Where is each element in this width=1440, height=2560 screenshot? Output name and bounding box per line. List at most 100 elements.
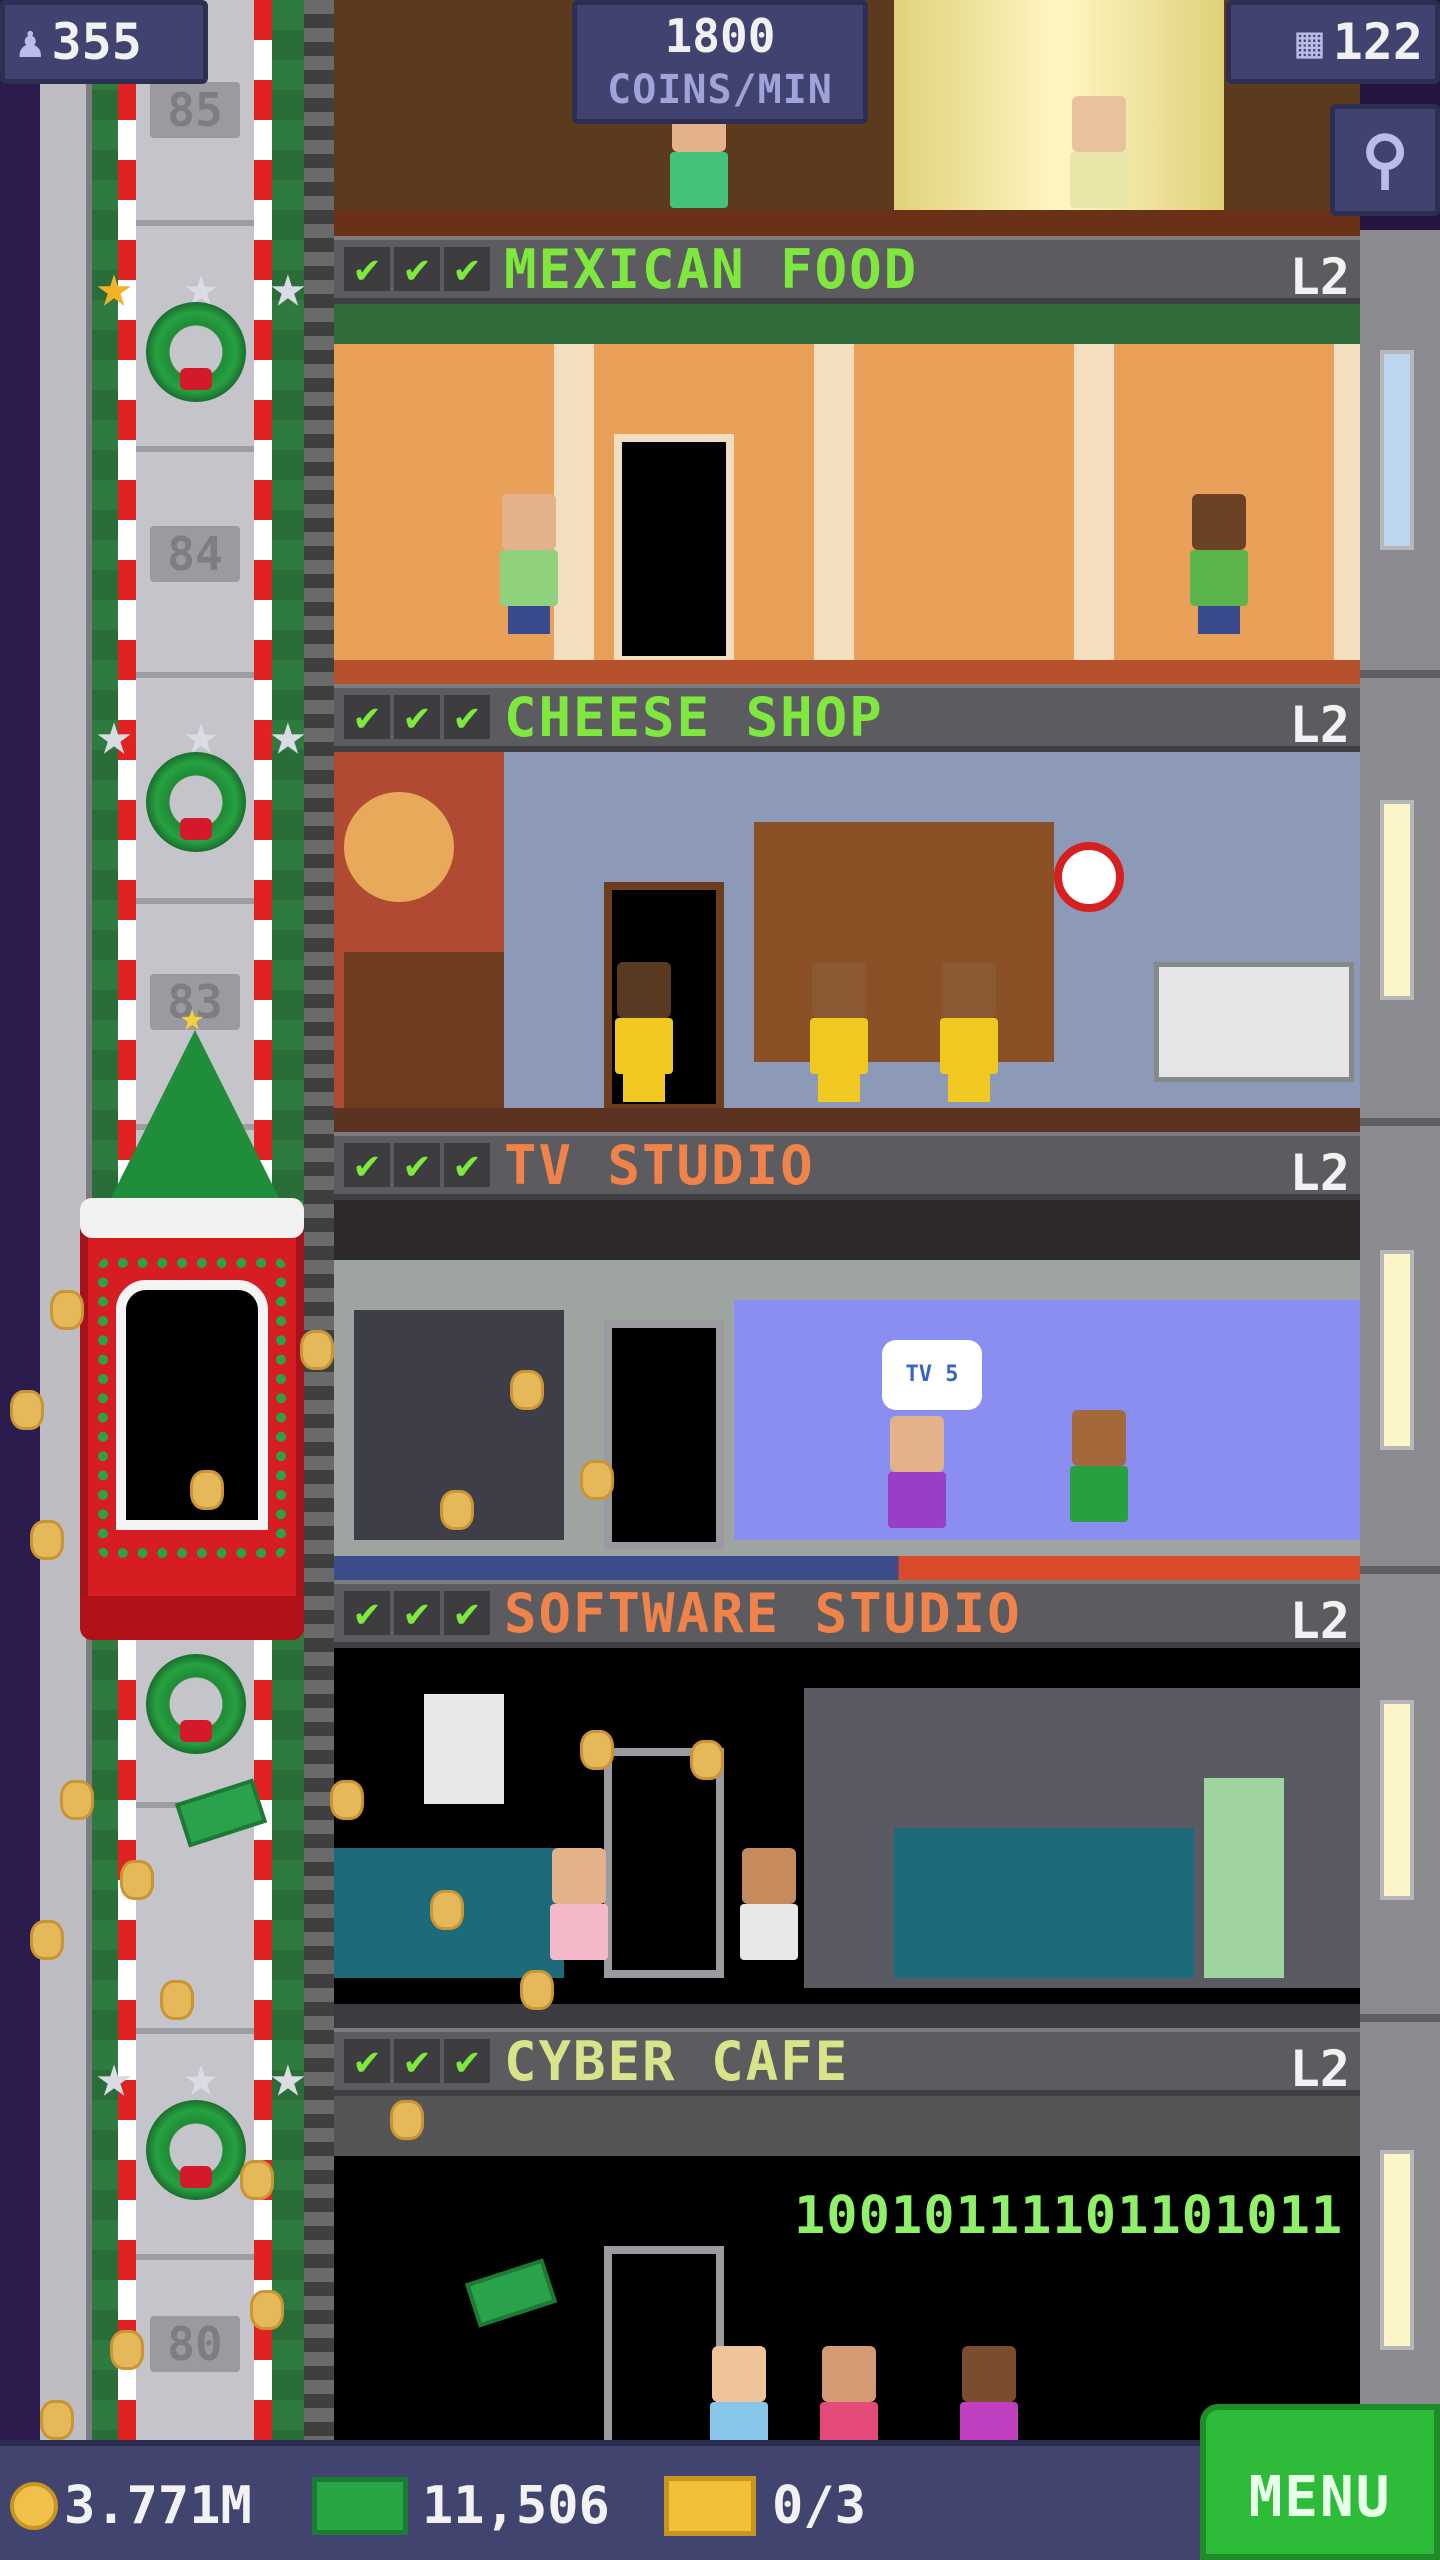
bitizen[interactable]	[1064, 1410, 1134, 1550]
floor-cyber-cafe[interactable]: ✔ ✔ ✔ CYBER CAFE L2 10010111101101011	[334, 2028, 1360, 2440]
floor-checks: ✔ ✔ ✔	[344, 1143, 490, 1187]
floor-checks: ✔ ✔ ✔	[344, 2039, 490, 2083]
floor-mexican-food[interactable]: ✔ ✔ ✔ MEXICAN FOOD L2	[334, 236, 1360, 684]
cheese-shelf	[344, 952, 504, 1112]
display-case	[1154, 962, 1354, 1082]
game-screen: 85 84 83 80 ★ ★ ★ ★ ★ ★ ★ ★ ★ ★ ✔ ✔ ✔ ME…	[0, 0, 1440, 2560]
coin-particle-icon	[250, 2290, 284, 2330]
christmas-wreath-icon	[146, 2100, 246, 2200]
building-icon: ▦	[1296, 16, 1323, 68]
floor-cheese-shop[interactable]: ✔ ✔ ✔ CHEESE SHOP L2	[334, 684, 1360, 1132]
bitizen[interactable]	[804, 962, 874, 1102]
computer-desk	[894, 1828, 1194, 1978]
coin-particle-icon	[440, 1490, 474, 1530]
window	[1380, 2150, 1414, 2350]
tickets-balance[interactable]: 0/3	[664, 2460, 866, 2552]
floor-name: TV STUDIO	[504, 1133, 815, 1197]
tv-badge: TV 5	[882, 1340, 982, 1410]
window	[1380, 1700, 1414, 1900]
room-interior	[334, 752, 1360, 1132]
magnifier-icon: ⚲	[1361, 123, 1409, 197]
floor-name: CHEESE SHOP	[504, 685, 884, 749]
red-bow-icon	[180, 818, 212, 840]
room-interior: 10010111101101011	[334, 2096, 1360, 2440]
room-door	[614, 434, 734, 664]
floor-level: L2	[1289, 696, 1350, 754]
elevator-snow-roof	[80, 1198, 304, 1238]
curtain	[894, 0, 1224, 236]
window	[1380, 1250, 1414, 1450]
coin-particle-icon	[580, 1460, 614, 1500]
coin-particle-icon	[110, 2330, 144, 2370]
search-button[interactable]: ⚲	[1330, 104, 1440, 216]
silver-star-icon: ★	[269, 699, 306, 769]
check-icon: ✔	[344, 1143, 390, 1187]
population-counter[interactable]: ♟ 355	[0, 0, 208, 84]
check-icon: ✔	[344, 247, 390, 291]
studio-floor	[334, 1556, 1360, 1580]
coin-particle-icon	[690, 1740, 724, 1780]
bux-balance[interactable]: 11,506	[312, 2460, 610, 2552]
red-bow-icon	[180, 368, 212, 390]
red-bow-icon	[180, 1720, 212, 1742]
check-icon: ✔	[444, 1591, 490, 1635]
silver-star-icon: ★	[96, 699, 133, 769]
floor-checks: ✔ ✔ ✔	[344, 695, 490, 739]
window	[1380, 350, 1414, 550]
bux-icon	[312, 2477, 408, 2535]
elevator-car[interactable]	[80, 1198, 304, 1640]
floors-value: 122	[1332, 13, 1423, 71]
coins-per-min-value: 1800	[664, 9, 776, 63]
check-icon: ✔	[394, 247, 440, 291]
silver-star-icon: ★	[269, 251, 306, 321]
floor-checks: ✔ ✔ ✔	[344, 247, 490, 291]
coin-particle-icon	[240, 2160, 274, 2200]
christmas-wreath-icon	[146, 302, 246, 402]
night-sky	[0, 0, 40, 2440]
bitizen[interactable]	[544, 1848, 614, 1988]
decor-trim	[334, 304, 1360, 344]
silver-star-icon: ★	[269, 2041, 306, 2111]
bux-value: 11,506	[422, 2476, 610, 2536]
check-icon: ✔	[444, 695, 490, 739]
floor-level: L2	[1289, 2040, 1350, 2098]
coin-particle-icon	[30, 1920, 64, 1960]
silver-star-icon: ★	[182, 2041, 220, 2111]
check-icon: ✔	[444, 1143, 490, 1187]
bitizen[interactable]	[1064, 96, 1134, 236]
bitizen[interactable]	[609, 962, 679, 1102]
floor-software-studio[interactable]: ✔ ✔ ✔ SOFTWARE STUDIO L2	[334, 1580, 1360, 2028]
bitizen[interactable]	[494, 494, 564, 634]
silver-star-icon: ★	[96, 2041, 133, 2111]
floor-stars: ★ ★ ★	[96, 2046, 306, 2106]
golden-ticket-icon	[664, 2476, 756, 2536]
room-interior	[334, 1648, 1360, 2028]
bitizen[interactable]	[734, 1848, 804, 1988]
no-smoking-icon	[1054, 842, 1124, 912]
christmas-wreath-icon	[146, 1654, 246, 1754]
coins-value: 3.771M	[64, 2476, 252, 2536]
bitizen[interactable]	[882, 1416, 952, 1556]
room-interior	[334, 304, 1360, 684]
cheese-sign-icon	[344, 792, 454, 902]
coin-particle-icon	[10, 1390, 44, 1430]
floor-name: CYBER CAFE	[504, 2029, 850, 2093]
bitizen[interactable]	[704, 2346, 774, 2440]
floors-counter[interactable]: ▦ 122	[1226, 0, 1440, 84]
coin-icon	[10, 2482, 58, 2530]
bitizen[interactable]	[1184, 494, 1254, 634]
floor-tv-studio[interactable]: ✔ ✔ ✔ TV STUDIO L2 TV 5	[334, 1132, 1360, 1580]
coins-per-min-display: 1800 COINS/MIN	[572, 0, 868, 124]
bitizen[interactable]	[934, 962, 1004, 1102]
room-door	[604, 1748, 724, 1978]
red-bow-icon	[180, 2166, 212, 2188]
coins-balance[interactable]: 3.771M	[10, 2460, 252, 2552]
coin-particle-icon	[510, 1370, 544, 1410]
bitizen[interactable]	[814, 2346, 884, 2440]
elevator-track	[304, 0, 334, 2440]
bitizen[interactable]	[954, 2346, 1024, 2440]
floor-label: ✔ ✔ ✔ MEXICAN FOOD L2	[334, 236, 1360, 306]
tickets-value: 0/3	[772, 2476, 866, 2536]
gold-star-icon: ★	[96, 251, 133, 321]
menu-button[interactable]: MENU	[1200, 2404, 1440, 2560]
